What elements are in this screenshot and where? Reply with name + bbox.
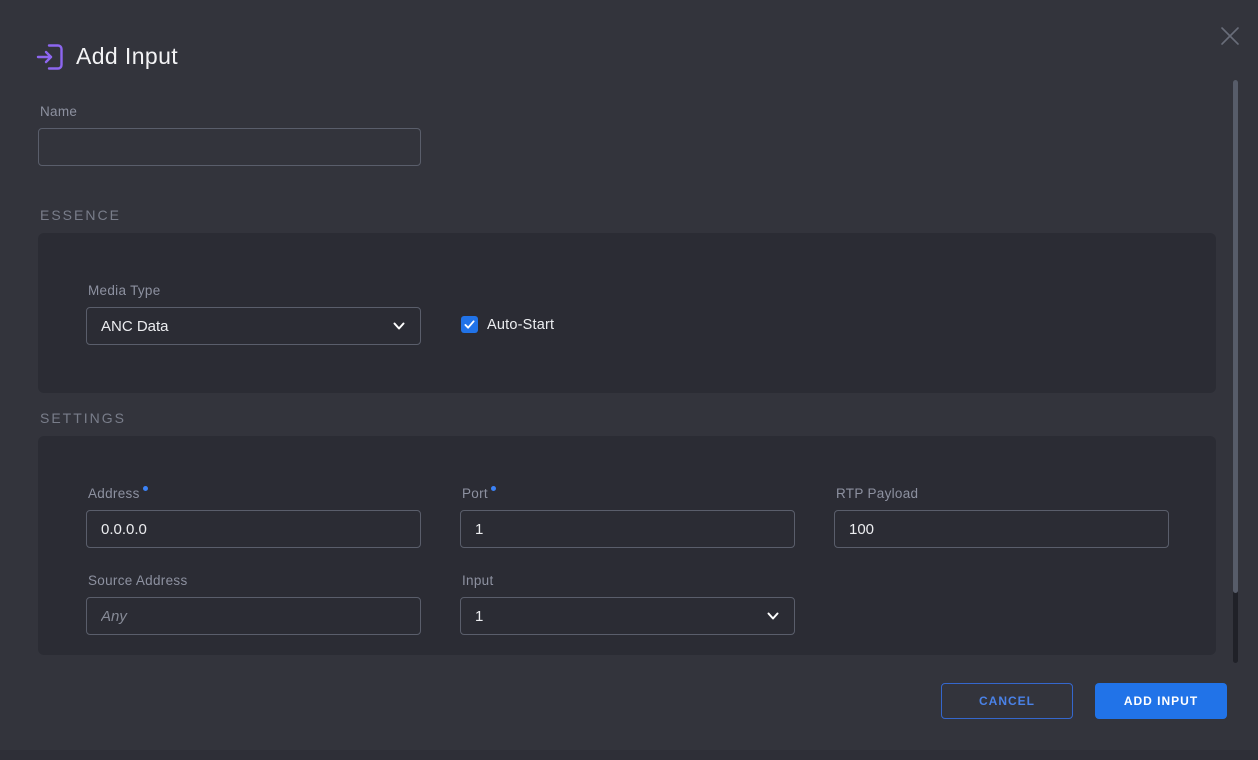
add-input-icon <box>36 42 64 72</box>
name-field-label: Name <box>40 104 77 119</box>
checkbox-checked-icon <box>461 316 478 333</box>
auto-start-checkbox[interactable]: Auto-Start <box>461 316 554 333</box>
port-input[interactable] <box>460 510 795 548</box>
source-address-input[interactable] <box>86 597 421 635</box>
checkmark-icon <box>464 319 475 330</box>
rtp-payload-input[interactable] <box>834 510 1169 548</box>
chevron-down-icon <box>392 319 406 333</box>
page-title: Add Input <box>76 43 178 70</box>
chevron-down-icon <box>766 609 780 623</box>
add-input-dialog: Add Input Name ESSENCE Media Type ANC Da… <box>0 0 1258 760</box>
close-icon[interactable] <box>1218 24 1242 48</box>
name-input[interactable] <box>38 128 421 166</box>
cancel-button[interactable]: CANCEL <box>941 683 1073 719</box>
input-select[interactable]: 1 <box>460 597 795 635</box>
source-address-label: Source Address <box>88 573 188 588</box>
port-label: Port <box>462 486 496 501</box>
bottom-edge-strip <box>0 750 1258 760</box>
essence-section-heading: ESSENCE <box>40 207 121 223</box>
address-input[interactable] <box>86 510 421 548</box>
auto-start-label: Auto-Start <box>487 317 554 333</box>
scrollbar-thumb[interactable] <box>1233 80 1238 593</box>
required-dot <box>491 486 496 491</box>
input-select-value: 1 <box>475 608 483 625</box>
media-type-label: Media Type <box>88 283 161 298</box>
media-type-select[interactable]: ANC Data <box>86 307 421 345</box>
rtp-payload-label: RTP Payload <box>836 486 918 501</box>
add-input-button[interactable]: ADD INPUT <box>1095 683 1227 719</box>
required-dot <box>143 486 148 491</box>
input-label: Input <box>462 573 494 588</box>
media-type-value: ANC Data <box>101 318 169 335</box>
settings-section-heading: SETTINGS <box>40 410 126 426</box>
address-label: Address <box>88 486 148 501</box>
scrollbar-track[interactable] <box>1233 80 1238 663</box>
